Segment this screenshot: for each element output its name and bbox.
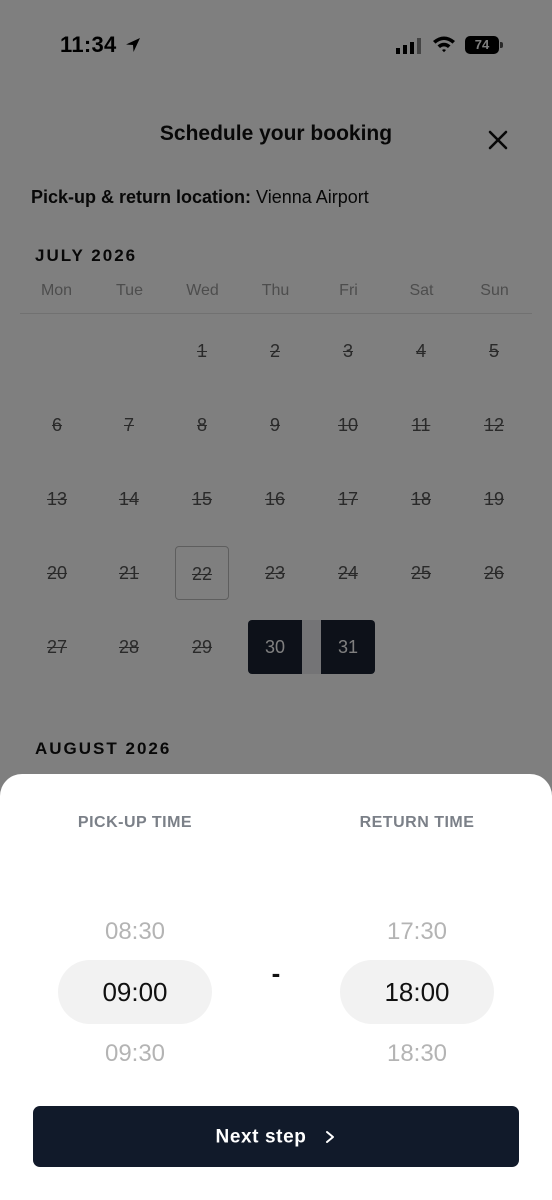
- next-step-button[interactable]: Next step: [33, 1106, 519, 1167]
- time-picker-sheet: PICK-UP TIME RETURN TIME 08:30 09:00 09:…: [0, 774, 552, 1200]
- return-time-label: RETURN TIME: [359, 814, 475, 831]
- return-time-selected[interactable]: 18:00: [340, 960, 494, 1024]
- pickup-time-option-prev[interactable]: 08:30: [58, 918, 212, 946]
- next-step-label: Next step: [215, 1126, 307, 1148]
- pickup-time-label: PICK-UP TIME: [77, 814, 193, 831]
- time-separator: -: [271, 958, 281, 988]
- pickup-time-selected[interactable]: 09:00: [58, 960, 212, 1024]
- return-time-option-next[interactable]: 18:30: [340, 1040, 494, 1068]
- return-time-option-prev[interactable]: 17:30: [340, 918, 494, 946]
- chevron-right-icon: [326, 1130, 335, 1143]
- pickup-time-option-next[interactable]: 09:30: [58, 1040, 212, 1068]
